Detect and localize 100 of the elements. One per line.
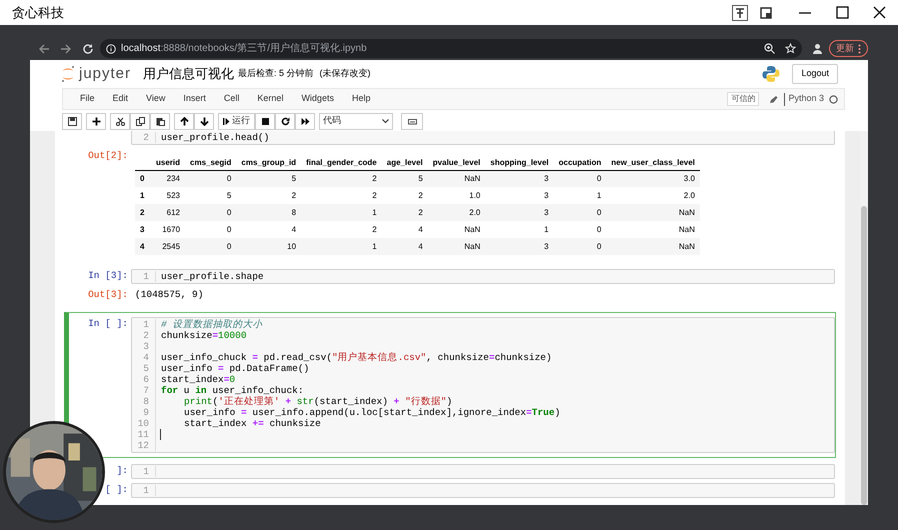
fast-forward-icon bbox=[300, 116, 310, 126]
window-mode-icon[interactable] bbox=[760, 6, 772, 18]
add-cell-button[interactable] bbox=[86, 112, 106, 130]
copy-button[interactable] bbox=[130, 112, 150, 130]
table-cell: 3 bbox=[544, 174, 549, 183]
table-cell: 2 bbox=[372, 174, 377, 183]
trusted-indicator[interactable]: 可信的 bbox=[727, 92, 760, 106]
column-header: cms_group_id bbox=[241, 158, 296, 167]
table-cell: 1670 bbox=[162, 224, 180, 234]
move-down-button[interactable] bbox=[194, 112, 214, 130]
unsaved-text: (未保存改变) bbox=[320, 67, 371, 80]
chevron-down-icon bbox=[382, 118, 389, 124]
menu-item[interactable]: Widgets bbox=[292, 92, 343, 106]
notebook-title[interactable]: 用户信息可视化 bbox=[143, 64, 234, 84]
column-header: final_gender_code bbox=[306, 158, 377, 167]
menu-item[interactable]: Edit bbox=[104, 92, 138, 106]
forward-icon[interactable] bbox=[60, 42, 72, 54]
line-number: 12 bbox=[138, 440, 149, 451]
code-line: user_profile.shape bbox=[161, 271, 264, 282]
pin-icon[interactable] bbox=[732, 4, 748, 20]
step-forward-icon bbox=[223, 116, 230, 126]
code-editor[interactable]: 1 user_profile.shape bbox=[131, 269, 835, 284]
cell-type-dropdown[interactable]: 代码 bbox=[319, 112, 393, 130]
menu-item[interactable]: File bbox=[71, 92, 104, 106]
table-cell: 8 bbox=[292, 208, 296, 216]
table-cell: 2 bbox=[372, 224, 377, 234]
paste-button[interactable] bbox=[150, 112, 170, 130]
table-cell: NaN bbox=[464, 174, 480, 183]
restart-button[interactable] bbox=[275, 112, 295, 130]
table-cell: 2545 bbox=[162, 242, 180, 250]
code-line: chunksize=10000 bbox=[161, 330, 247, 341]
move-up-button[interactable] bbox=[174, 112, 194, 130]
row-index: 1 bbox=[140, 190, 144, 200]
table-cell: 10 bbox=[287, 242, 296, 250]
row-index: 2 bbox=[140, 208, 144, 216]
star-icon[interactable] bbox=[785, 43, 796, 54]
save-icon bbox=[68, 116, 76, 126]
add-cell-icon bbox=[92, 116, 100, 126]
line-number: 1 bbox=[143, 466, 149, 477]
cut-button[interactable] bbox=[110, 112, 130, 130]
table-cell: 5 bbox=[226, 190, 232, 200]
table-cell: 0 bbox=[596, 242, 602, 250]
profile-icon[interactable] bbox=[812, 43, 823, 54]
fast-forward-button[interactable] bbox=[295, 112, 315, 130]
table-cell: 0 bbox=[596, 174, 602, 183]
code-line: # 设置数据抽取的大小 bbox=[161, 319, 262, 330]
close-icon[interactable] bbox=[873, 6, 886, 19]
keyboard-button[interactable] bbox=[401, 112, 423, 130]
stop-button[interactable] bbox=[255, 112, 275, 130]
row-index: 3 bbox=[140, 224, 144, 234]
maximize-icon[interactable] bbox=[836, 6, 849, 19]
reload-icon[interactable] bbox=[82, 42, 94, 54]
input-prompt: ]: bbox=[116, 464, 128, 478]
table-cell: 2 bbox=[372, 190, 377, 200]
table-cell: 3.0 bbox=[684, 174, 695, 183]
code-line: user_profile.head() bbox=[161, 132, 270, 143]
table-cell: 1 bbox=[372, 242, 377, 250]
line-number: 11 bbox=[138, 429, 149, 440]
menu-item[interactable]: Cell bbox=[214, 92, 248, 106]
table-cell: 612 bbox=[166, 208, 180, 216]
column-header: userid bbox=[156, 158, 180, 167]
table-cell: 234 bbox=[166, 174, 180, 183]
address-bar[interactable]: localhost:8888/notebooks/第三节/用户信息可视化.ipynb bbox=[100, 39, 802, 58]
window-title: 贪心科技 bbox=[12, 4, 64, 22]
table-cell: 523 bbox=[166, 190, 180, 200]
move-down-icon bbox=[200, 116, 208, 126]
column-header: age_level bbox=[386, 158, 423, 167]
code-line: print('正在处理第' + str(start_index) + "行数据") bbox=[184, 396, 452, 407]
cut-icon bbox=[116, 116, 124, 126]
zoom-icon[interactable] bbox=[764, 43, 775, 54]
table-cell: 2 bbox=[292, 190, 296, 200]
table-cell: 3 bbox=[544, 208, 549, 216]
input-prompt: In [3]: bbox=[88, 269, 128, 283]
update-button[interactable]: 更新 bbox=[829, 40, 868, 57]
menu-item[interactable]: Insert bbox=[174, 92, 215, 106]
table-cell: 4 bbox=[292, 224, 296, 234]
table-cell: 1 bbox=[372, 208, 377, 216]
menu-item[interactable]: View bbox=[137, 92, 174, 106]
line-number: 7 bbox=[143, 385, 149, 396]
logo-text: jupyter bbox=[79, 64, 132, 84]
column-header: cms_segid bbox=[190, 158, 232, 167]
menu-item[interactable]: Kernel bbox=[248, 92, 292, 106]
run-button[interactable]: 运行 bbox=[218, 112, 255, 130]
back-icon[interactable] bbox=[38, 42, 50, 54]
menu-item[interactable]: Help bbox=[342, 92, 380, 106]
move-up-icon bbox=[180, 116, 188, 126]
restart-icon bbox=[280, 116, 290, 126]
code-line: user_info = pd.DataFrame() bbox=[161, 363, 310, 374]
code-editor[interactable] bbox=[131, 317, 835, 453]
code-editor[interactable]: 2 user_profile.head() bbox=[131, 131, 835, 145]
copy-icon bbox=[136, 116, 144, 126]
line-number: 4 bbox=[143, 352, 149, 363]
pencil-icon[interactable] bbox=[769, 94, 778, 104]
save-button[interactable] bbox=[62, 112, 82, 130]
table-cell: 1 bbox=[544, 224, 549, 234]
table-cell: 0 bbox=[226, 224, 232, 234]
table-cell: NaN bbox=[464, 242, 480, 250]
line-number: 1 bbox=[143, 319, 149, 330]
logout-button[interactable]: Logout bbox=[792, 64, 838, 84]
selected-cell[interactable] bbox=[64, 312, 836, 458]
